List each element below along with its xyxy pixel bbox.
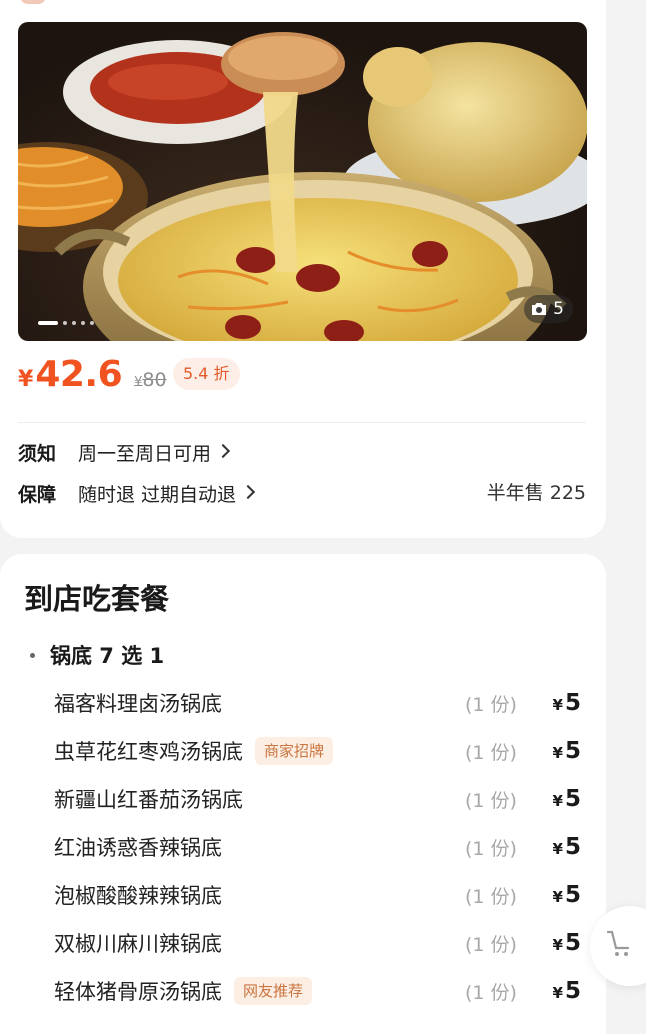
menu-item-price-value: 5 [564,786,581,812]
menu-item: 虫草花红枣鸡汤锅底 商家招牌 (1 份) ¥5 [54,731,584,771]
menu-item-qty: (1 份) [465,837,517,860]
menu-item-currency: ¥ [552,888,563,906]
menu-item-qty: (1 份) [465,789,517,812]
menu-item-price: ¥5 [553,786,581,812]
menu-item-price: ¥5 [553,978,581,1004]
usage-notice-row[interactable]: 须知 周一至周日可用 [18,437,231,467]
menu-item-price: ¥5 [553,882,581,908]
menu-item-currency: ¥ [552,792,563,810]
guarantee-row[interactable]: 保障 随时退 过期自动退 [18,478,256,508]
menu-item-name: 福客料理卤汤锅底 [54,692,222,716]
photo-count-badge[interactable]: 5 [524,295,573,323]
carousel-dot [90,321,94,325]
menu-item: 新疆山红番茄汤锅底 (1 份) ¥5 [54,779,584,819]
divider [18,422,586,423]
menu-item-name: 红油诱惑香辣锅底 [54,836,222,860]
current-price: 42.6 [35,354,123,395]
menu-item: 福客料理卤汤锅底 (1 份) ¥5 [54,683,584,723]
chevron-right-icon [240,484,256,500]
menu-item-qty: (1 份) [465,981,517,1004]
price-currency: ¥ [18,367,34,392]
camera-icon [532,303,547,315]
menu-item-name: 轻体猪骨原汤锅底 [54,980,222,1004]
menu-item-price-value: 5 [564,690,581,716]
menu-item-qty: (1 份) [465,693,517,716]
sales-count: 半年售 225 [486,482,586,504]
menu-item-name: 新疆山红番茄汤锅底 [54,788,243,812]
menu-item-currency: ¥ [552,936,563,954]
notice-value: 周一至周日可用 [78,442,212,465]
carousel-dot [72,321,76,325]
signature-tag: 商家招牌 [255,737,334,765]
menu-item-price-value: 5 [564,738,581,764]
menu-item-qty: (1 份) [465,933,517,956]
menu-item-qty: (1 份) [465,741,517,764]
guarantee-label: 保障 [18,483,57,506]
menu-item-qty: (1 份) [465,885,517,908]
menu-item-name: 双椒川麻川辣锅底 [54,932,222,956]
menu-item-currency: ¥ [552,744,563,762]
carousel-indicator [38,321,94,325]
guarantee-value: 随时退 过期自动退 [78,483,237,506]
carousel-dot [81,321,85,325]
recommend-tag: 网友推荐 [234,977,313,1005]
photo-count: 5 [553,299,564,319]
menu-item-price: ¥5 [553,690,581,716]
price-row: ¥ 42.6 ¥80 [18,354,167,395]
menu-item-price: ¥5 [553,834,581,860]
menu-item-price-value: 5 [564,834,581,860]
menu-item-currency: ¥ [552,840,563,858]
menu-item: 轻体猪骨原汤锅底 网友推荐 (1 份) ¥5 [54,971,584,1011]
original-price: ¥80 [134,369,166,391]
menu-item-price-value: 5 [564,882,581,908]
menu-group-header: 锅底 7 选 1 [30,640,164,670]
header-fragment [20,0,46,4]
menu-item: 红油诱惑香辣锅底 (1 份) ¥5 [54,827,584,867]
cart-icon [606,930,630,956]
hero-image-carousel[interactable]: 5 [18,22,587,341]
menu-group-label: 锅底 7 选 1 [50,644,165,668]
original-price-value: 80 [142,369,167,391]
menu-item: 泡椒酸酸辣辣锅底 (1 份) ¥5 [54,875,584,915]
menu-item-price: ¥5 [553,930,581,956]
menu-title: 到店吃套餐 [24,582,170,616]
menu-item: 双椒川麻川辣锅底 (1 份) ¥5 [54,923,584,963]
carousel-dot [63,321,67,325]
menu-item-price-value: 5 [564,978,581,1004]
menu-item-price-value: 5 [564,930,581,956]
chevron-right-icon [215,443,231,459]
notice-label: 须知 [18,442,57,465]
carousel-dot [38,321,58,325]
menu-item-price: ¥5 [553,738,581,764]
hotpot-photo [18,32,587,341]
discount-badge: 5.4 折 [173,358,240,390]
bullet-icon [30,652,35,658]
menu-item-currency: ¥ [552,984,563,1002]
menu-item-name: 泡椒酸酸辣辣锅底 [54,884,222,908]
menu-item-name: 虫草花红枣鸡汤锅底 [54,740,243,764]
menu-item-currency: ¥ [552,696,563,714]
